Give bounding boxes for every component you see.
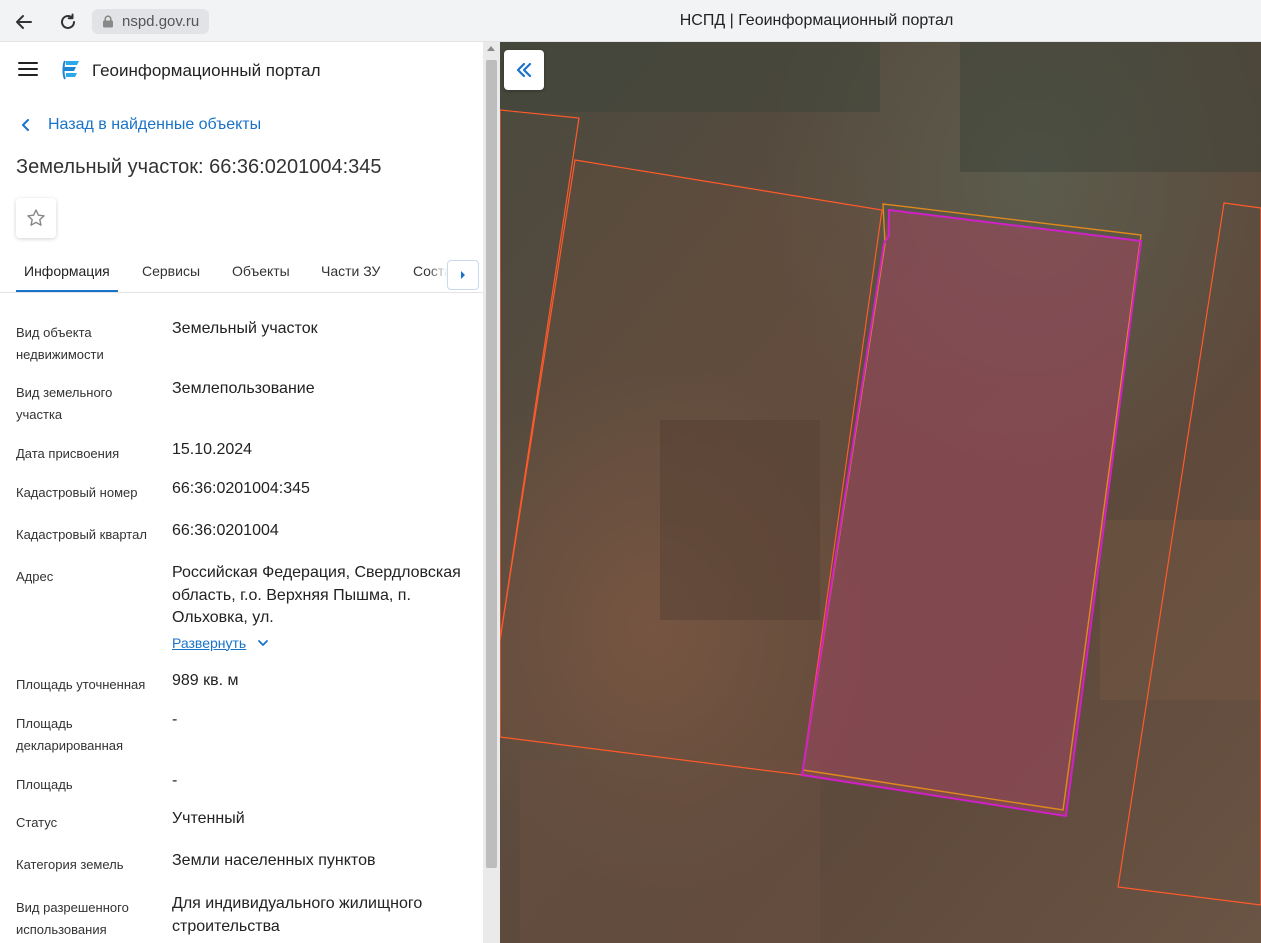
info-value: Земельный участок — [172, 320, 318, 337]
sidebar-scrollbar-thumb[interactable] — [486, 60, 497, 868]
active-tab-indicator — [16, 290, 118, 292]
caret-right-icon — [461, 271, 465, 279]
info-value: 66:36:0201004 — [172, 522, 279, 539]
info-label: Площадь декларированная — [16, 716, 124, 753]
info-label: Категория земель — [16, 857, 124, 872]
info-label: Вид земельного участка — [16, 385, 113, 422]
imagery-block — [520, 760, 820, 943]
portal-name: Геоинформационный портал — [92, 61, 321, 80]
info-label: Кадастровый номер — [16, 485, 138, 500]
back-link-label: Назад в найденные объекты — [48, 116, 262, 133]
tabs-scroll-right-button[interactable] — [447, 260, 479, 290]
tab-objects[interactable]: Объекты — [232, 263, 290, 279]
info-label: Кадастровый квартал — [16, 527, 147, 542]
info-value: Учтенный — [172, 810, 245, 827]
info-label: Вид разрешенного использования — [16, 900, 129, 937]
info-value: - — [172, 711, 178, 728]
info-label: Адрес — [16, 569, 54, 584]
info-label: Вид объекта недвижимости — [16, 325, 104, 362]
collapse-sidebar-button[interactable] — [504, 50, 544, 90]
browser-toolbar: nspd.gov.ru НСПД | Геоинформационный пор… — [0, 0, 1261, 42]
double-chevron-left-icon — [516, 62, 532, 78]
info-value: Земли населенных пунктов — [172, 852, 376, 869]
info-value: - — [172, 772, 178, 789]
scroll-up-arrow-icon[interactable] — [487, 46, 495, 51]
chevron-down-icon — [258, 639, 269, 646]
info-label: Площадь уточненная — [16, 677, 146, 692]
imagery-block — [1100, 520, 1261, 700]
expand-label: Развернуть — [172, 634, 247, 651]
favorite-button[interactable] — [16, 198, 56, 238]
tab-services[interactable]: Сервисы — [142, 263, 200, 279]
imagery-block — [960, 42, 1261, 172]
info-tabs: Информация Сервисы Объекты Части ЗУ Сост… — [0, 248, 483, 293]
map-canvas[interactable] — [500, 42, 1261, 943]
info-value: 989 кв. м — [172, 672, 239, 689]
object-info-sidebar: Геоинформационный портал Назад в найденн… — [0, 42, 500, 943]
back-to-results-link[interactable]: Назад в найденные объекты — [18, 116, 261, 134]
portal-logo-icon — [62, 60, 79, 80]
info-value: Для индивидуального жилищного строительс… — [172, 895, 423, 935]
hamburger-menu-icon[interactable] — [18, 62, 38, 78]
map-view[interactable] — [500, 42, 1261, 943]
browser-page-title: НСПД | Геоинформационный портал — [679, 12, 954, 29]
expand-address-link[interactable]: Развернуть — [172, 632, 270, 655]
tab-information[interactable]: Информация — [24, 263, 110, 279]
tab-parcel-parts[interactable]: Части ЗУ — [321, 263, 380, 279]
star-outline-icon — [27, 209, 45, 226]
info-label: Площадь — [16, 777, 73, 792]
imagery-block — [500, 42, 880, 112]
info-value: 15.10.2024 — [172, 441, 253, 458]
chevron-left-icon — [22, 119, 29, 131]
object-title: Земельный участок: 66:36:0201004:345 — [16, 156, 382, 178]
info-value: Землепользование — [172, 380, 315, 397]
info-label: Статус — [16, 815, 58, 830]
info-value: 66:36:0201004:345 — [172, 480, 310, 497]
address-value: Российская Федерация, Свердловская облас… — [172, 564, 461, 626]
info-label: Дата присвоения — [16, 446, 120, 461]
